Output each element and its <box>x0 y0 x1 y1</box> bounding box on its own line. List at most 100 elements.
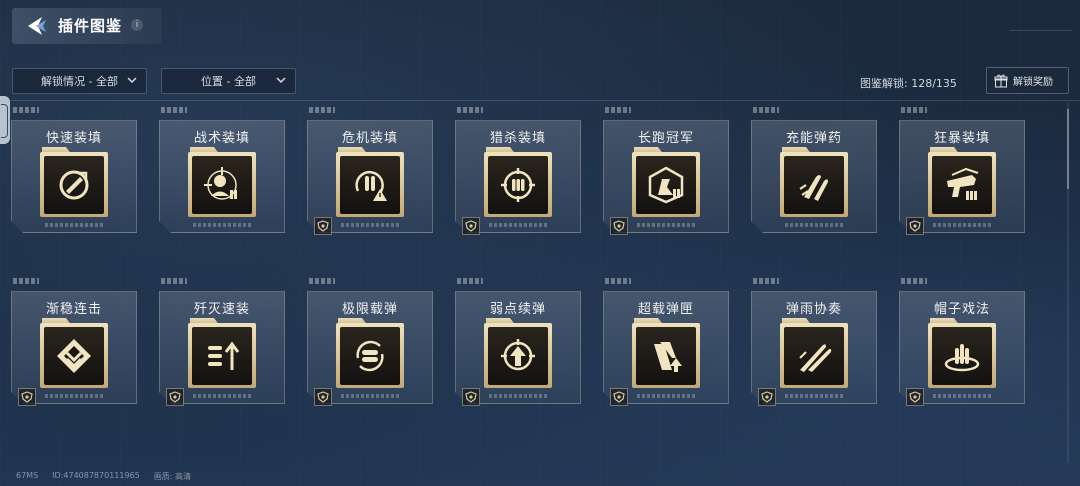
card-stat-bar <box>933 223 993 227</box>
plugin-card[interactable]: 战术装填 <box>159 101 285 241</box>
plugin-folder <box>336 318 404 388</box>
card-stat-bar <box>933 394 993 398</box>
plugin-folder <box>632 318 700 388</box>
plugin-folder <box>780 147 848 217</box>
plugin-folder <box>336 147 404 217</box>
shield-badge-icon <box>909 220 921 232</box>
plugin-icon-frame <box>192 327 252 385</box>
plugin-icon-frame <box>636 327 696 385</box>
position-filter-dropdown[interactable]: 位置 - 全部 <box>161 68 296 94</box>
unlock-progress: 图鉴解锁: 128/135 <box>860 75 957 91</box>
plugin-card[interactable]: 弱点续弹 <box>455 272 581 412</box>
position-badge <box>906 388 924 406</box>
plugin-folder <box>928 318 996 388</box>
unlock-reward-button[interactable]: 解锁奖励 <box>986 67 1069 94</box>
plugin-name: 歼灭速装 <box>193 302 250 317</box>
card-stat-bar <box>489 394 549 398</box>
card-stat-bar <box>489 223 549 227</box>
charged-ammo-icon <box>799 175 828 201</box>
plugin-icon-frame <box>44 327 104 385</box>
rapid-reload-icon <box>59 170 89 200</box>
shield-badge-icon <box>909 391 921 403</box>
hat-trick-icon <box>944 344 980 372</box>
shield-badge-icon <box>317 220 329 232</box>
shield-badge-icon <box>465 220 477 232</box>
plugin-folder <box>780 318 848 388</box>
plugin-card[interactable]: 危机装填 <box>307 101 433 241</box>
plugin-name: 长跑冠军 <box>637 131 694 146</box>
plugin-card[interactable]: 渐稳连击 <box>11 272 137 412</box>
annihilation-reload-icon <box>208 341 240 370</box>
plugin-card[interactable]: 猎杀装填 <box>455 101 581 241</box>
position-badge <box>462 217 480 235</box>
card-stat-bar <box>193 394 253 398</box>
plugin-name: 渐稳连击 <box>45 302 102 317</box>
chevron-down-icon <box>127 77 137 84</box>
chevron-down-icon <box>276 77 286 84</box>
plugin-name: 弹雨协奏 <box>785 302 842 317</box>
unlock-progress-value: 128/135 <box>911 77 957 90</box>
card-stat-bar <box>785 394 845 398</box>
plugin-card[interactable]: 帽子戏法 <box>899 272 1025 412</box>
card-stat-bar <box>45 394 105 398</box>
plugin-folder <box>632 147 700 217</box>
plugin-icon-frame <box>44 156 104 214</box>
position-badge <box>314 217 332 235</box>
plugin-card[interactable]: 歼灭速装 <box>159 272 285 412</box>
info-icon[interactable]: i <box>131 19 143 31</box>
card-header-tag <box>753 107 779 113</box>
back-arrow-icon <box>28 17 46 35</box>
card-stat-bar <box>341 223 401 227</box>
card-header-tag <box>161 278 187 284</box>
plugin-card[interactable]: 长跑冠军 <box>603 101 729 241</box>
card-header-tag <box>457 278 483 284</box>
decorative-line <box>1010 30 1072 42</box>
shield-badge-icon <box>613 391 625 403</box>
plugin-card[interactable]: 弹雨协奏 <box>751 272 877 412</box>
plugin-card[interactable]: 快速装填 <box>11 101 137 241</box>
back-button[interactable] <box>22 13 50 39</box>
plugin-icon-frame <box>340 156 400 214</box>
plugin-name: 充能弹药 <box>785 131 842 146</box>
position-badge <box>462 388 480 406</box>
plugin-card[interactable]: 超载弹匣 <box>603 272 729 412</box>
shield-badge-icon <box>21 391 33 403</box>
plugin-name: 弱点续弹 <box>489 302 546 317</box>
card-header-tag <box>13 278 39 284</box>
latency-text: 67MS <box>16 471 39 480</box>
unlock-filter-dropdown[interactable]: 解锁情况 - 全部 <box>12 68 147 94</box>
plugin-icon-frame <box>784 156 844 214</box>
plugin-card[interactable]: 狂暴装填 <box>899 101 1025 241</box>
card-stat-bar <box>341 394 401 398</box>
card-header-tag <box>901 107 927 113</box>
plugin-icon-frame <box>192 156 252 214</box>
plugin-folder <box>40 318 108 388</box>
bullet-rain-icon <box>799 344 832 372</box>
plugin-card[interactable]: 极限载弹 <box>307 272 433 412</box>
shield-badge-icon <box>761 391 773 403</box>
card-stat-bar <box>785 223 845 227</box>
plugin-card[interactable]: 充能弹药 <box>751 101 877 241</box>
plugin-folder <box>40 147 108 217</box>
weakpoint-refill-icon <box>501 339 535 371</box>
card-stat-bar <box>45 223 105 227</box>
scrollbar-thumb[interactable] <box>1067 109 1069 189</box>
gift-icon <box>994 74 1008 87</box>
shield-badge-icon <box>613 220 625 232</box>
plugin-folder <box>188 318 256 388</box>
card-stat-bar <box>637 223 697 227</box>
plugin-icon-frame <box>488 327 548 385</box>
shield-badge-icon <box>465 391 477 403</box>
scrollbar[interactable] <box>1067 103 1069 463</box>
plugin-name: 帽子戏法 <box>933 302 990 317</box>
unlock-filter-label: 解锁情况 - 全部 <box>41 75 118 88</box>
position-badge <box>610 388 628 406</box>
card-header-tag <box>753 278 779 284</box>
overload-magazine-icon <box>654 342 682 372</box>
plugin-icon-frame <box>636 156 696 214</box>
card-header-tag <box>309 107 335 113</box>
unlock-reward-label: 解锁奖励 <box>1013 77 1053 88</box>
rampage-reload-icon <box>947 167 979 200</box>
top-bar: 插件图鉴 i <box>0 0 1080 56</box>
card-header-tag <box>457 107 483 113</box>
